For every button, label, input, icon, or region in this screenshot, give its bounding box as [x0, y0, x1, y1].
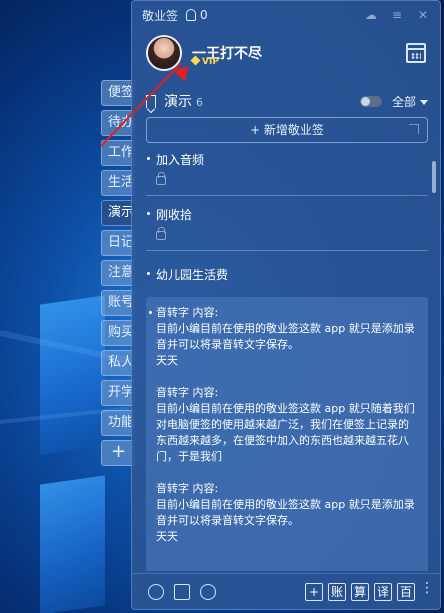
more-icon[interactable]: ⋮ [420, 581, 434, 601]
add-button[interactable]: + [305, 582, 323, 601]
note-list: 加入音频 刚收拾 幼儿园生活费 音转字 内容: 目前小编目前在使用的敬业签这款 … [132, 151, 442, 571]
note-title: 刚收拾 [146, 206, 428, 223]
translate-button[interactable]: 译 [374, 582, 392, 601]
search-icon[interactable] [200, 583, 216, 600]
calendar-icon[interactable] [406, 43, 426, 63]
divider [146, 195, 428, 196]
filter-dropdown[interactable]: 全部 [392, 93, 428, 110]
tab-diary[interactable]: 日记 [101, 230, 135, 256]
menu-icon[interactable]: ≡ [390, 9, 404, 21]
close-icon[interactable]: ✕ [416, 9, 430, 21]
view-toggle[interactable] [359, 95, 382, 107]
baidu-button[interactable]: 百 [397, 582, 415, 601]
lock-icon [156, 172, 166, 185]
bullet [149, 311, 152, 314]
note-item-expanded[interactable]: 音转字 内容: 目前小编目前在使用的敬业签这款 app 就只是添加录音并可以将录… [146, 297, 428, 571]
add-tab-button[interactable]: + [101, 440, 135, 466]
list-header: 演示 6 全部 [146, 91, 428, 111]
tab-private[interactable]: 私人 [101, 350, 135, 376]
footer-toolbar: + 账 算 译 百 ⋮ [132, 573, 440, 609]
tab-demo[interactable]: 演示 [101, 200, 135, 226]
diamond-icon [190, 55, 201, 66]
expand-icon[interactable] [409, 124, 419, 134]
note-panel: 敬业签 0 ☁ ≡ ✕ 一王打不尽 VIP 演示 6 全部 + 新增敬业签 加入… [131, 0, 441, 610]
checkbox-icon[interactable] [174, 583, 190, 600]
vip-badge: VIP [190, 55, 219, 67]
note-content: 音转字 内容: 目前小编目前在使用的敬业签这款 app 就只是添加录音并可以将录… [156, 306, 415, 543]
calculate-button[interactable]: 算 [351, 582, 369, 601]
tab-feature[interactable]: 功能 [101, 410, 135, 436]
note-item[interactable]: 加入音频 [146, 151, 428, 196]
lock-icon [156, 227, 166, 240]
note-item[interactable]: 刚收拾 [146, 206, 428, 251]
notify-count: 0 [200, 8, 208, 22]
tab-account[interactable]: 账号 [101, 290, 135, 316]
clock-icon[interactable] [148, 583, 164, 600]
divider [146, 250, 428, 251]
tab-school[interactable]: 开学 [101, 380, 135, 406]
note-title: 加入音频 [146, 151, 428, 168]
tab-attention[interactable]: 注意 [101, 260, 135, 286]
note-title: 幼儿园生活费 [146, 266, 428, 283]
app-name: 敬业签 [142, 8, 179, 23]
note-item[interactable]: 幼儿园生活费 [146, 266, 428, 283]
user-profile[interactable]: 一王打不尽 VIP [146, 35, 262, 71]
bell-icon[interactable] [186, 9, 197, 21]
tab-work[interactable]: 工作 [101, 140, 135, 166]
tab-life[interactable]: 生活 [101, 170, 135, 196]
scrollbar[interactable] [432, 161, 436, 193]
new-note-button[interactable]: + 新增敬业签 [146, 117, 428, 143]
list-count: 6 [196, 95, 203, 109]
title-bar: 敬业签 0 ☁ ≡ ✕ [132, 1, 440, 29]
list-name: 演示 [164, 94, 192, 110]
tab-purchase[interactable]: 购买 [101, 320, 135, 346]
tab-notes[interactable]: 便签 [101, 80, 135, 106]
cloud-icon[interactable]: ☁ [364, 9, 378, 21]
account-button[interactable]: 账 [328, 582, 346, 601]
